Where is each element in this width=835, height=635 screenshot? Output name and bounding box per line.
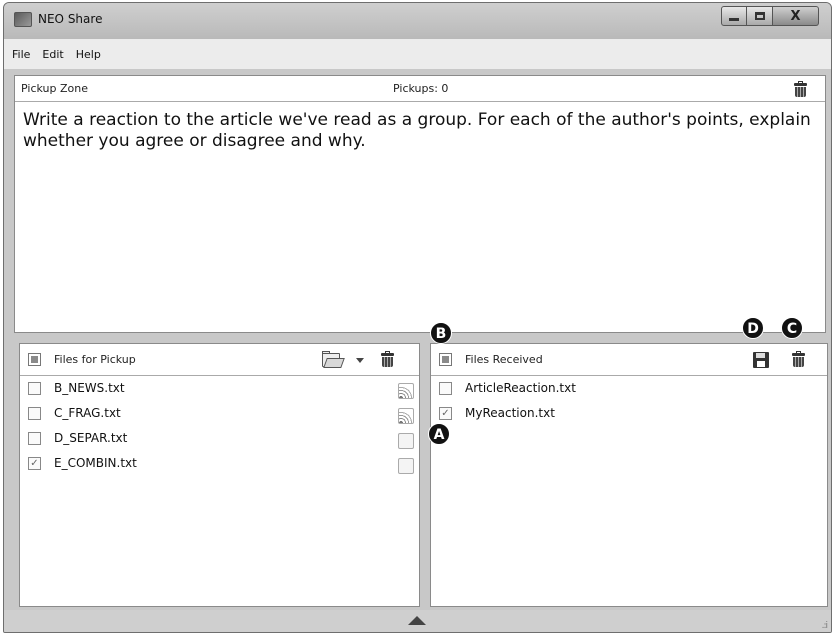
pickup-files-trash-icon[interactable]	[381, 351, 394, 367]
minimize-icon	[729, 17, 739, 21]
signal-icon	[398, 383, 414, 399]
file-checkbox[interactable]	[439, 382, 452, 395]
list-item[interactable]: D_SEPAR.txt	[20, 426, 419, 451]
window-title: NEO Share	[38, 12, 103, 26]
menu-edit[interactable]: Edit	[40, 46, 65, 63]
pickup-zone: Pickup Zone Pickups: 0 Write a reaction …	[14, 75, 826, 333]
expand-up-icon[interactable]	[408, 616, 426, 625]
file-checkbox[interactable]	[28, 382, 41, 395]
list-item[interactable]: ArticleReaction.txt	[431, 376, 827, 401]
chevron-down-icon[interactable]	[356, 358, 364, 363]
received-files-trash-icon[interactable]	[792, 351, 805, 367]
save-icon[interactable]	[753, 352, 769, 368]
callout-c: C	[781, 317, 803, 339]
maximize-button[interactable]	[747, 6, 773, 26]
callout-d: D	[742, 317, 764, 339]
pickup-zone-trash-icon[interactable]	[794, 81, 807, 97]
maximize-icon	[754, 12, 765, 20]
file-name: C_FRAG.txt	[54, 406, 121, 420]
menu-help[interactable]: Help	[74, 46, 103, 63]
resize-grip[interactable]: .:i	[822, 621, 828, 631]
file-name: ArticleReaction.txt	[465, 381, 576, 395]
select-all-received-checkbox[interactable]	[439, 353, 452, 366]
list-item[interactable]: C_FRAG.txt	[20, 401, 419, 426]
file-checkbox[interactable]	[28, 407, 41, 420]
select-all-pickup-checkbox[interactable]	[28, 353, 41, 366]
assignment-text: Write a reaction to the article we've re…	[23, 110, 811, 151]
list-item[interactable]: B_NEWS.txt	[20, 376, 419, 401]
pickups-count: Pickups: 0	[393, 82, 449, 95]
open-folder-icon[interactable]	[322, 351, 346, 369]
window-controls: X	[721, 6, 819, 26]
file-checkbox-checked[interactable]: ✓	[439, 407, 452, 420]
files-for-pickup-panel: Files for Pickup B_NEWS.txt C_FRAG.txt D…	[19, 343, 420, 607]
pickup-zone-title: Pickup Zone	[21, 82, 88, 95]
blank-status-icon	[398, 458, 414, 474]
callout-a: A	[428, 423, 450, 445]
pickup-file-list: B_NEWS.txt C_FRAG.txt D_SEPAR.txt ✓ E_CO…	[20, 376, 419, 476]
file-name: D_SEPAR.txt	[54, 431, 128, 445]
files-for-pickup-title: Files for Pickup	[54, 353, 136, 366]
file-name: E_COMBIN.txt	[54, 456, 137, 470]
file-checkbox-checked[interactable]: ✓	[28, 457, 41, 470]
blank-status-icon	[398, 433, 414, 449]
file-name: B_NEWS.txt	[54, 381, 125, 395]
app-icon	[14, 12, 32, 27]
status-bar: .:i	[4, 610, 831, 632]
callout-b: B	[430, 322, 452, 344]
menu-file[interactable]: File	[10, 46, 32, 63]
files-for-pickup-header: Files for Pickup	[20, 344, 419, 376]
list-item[interactable]: ✓ E_COMBIN.txt	[20, 451, 419, 476]
signal-icon	[398, 408, 414, 424]
menu-bar: File Edit Help	[4, 39, 831, 69]
title-bar[interactable]: NEO Share X	[4, 3, 831, 39]
received-file-list: ArticleReaction.txt ✓ MyReaction.txt	[431, 376, 827, 426]
files-received-title: Files Received	[465, 353, 543, 366]
close-button[interactable]: X	[773, 6, 819, 26]
neo-share-window: NEO Share X File Edit Help Pickup Zone P…	[3, 2, 832, 633]
files-received-header: Files Received	[431, 344, 827, 376]
minimize-button[interactable]	[721, 6, 747, 26]
file-checkbox[interactable]	[28, 432, 41, 445]
files-received-panel: Files Received ArticleReaction.txt ✓ MyR…	[430, 343, 828, 607]
list-item[interactable]: ✓ MyReaction.txt	[431, 401, 827, 426]
file-name: MyReaction.txt	[465, 406, 555, 420]
pickup-zone-header: Pickup Zone Pickups: 0	[15, 76, 825, 102]
